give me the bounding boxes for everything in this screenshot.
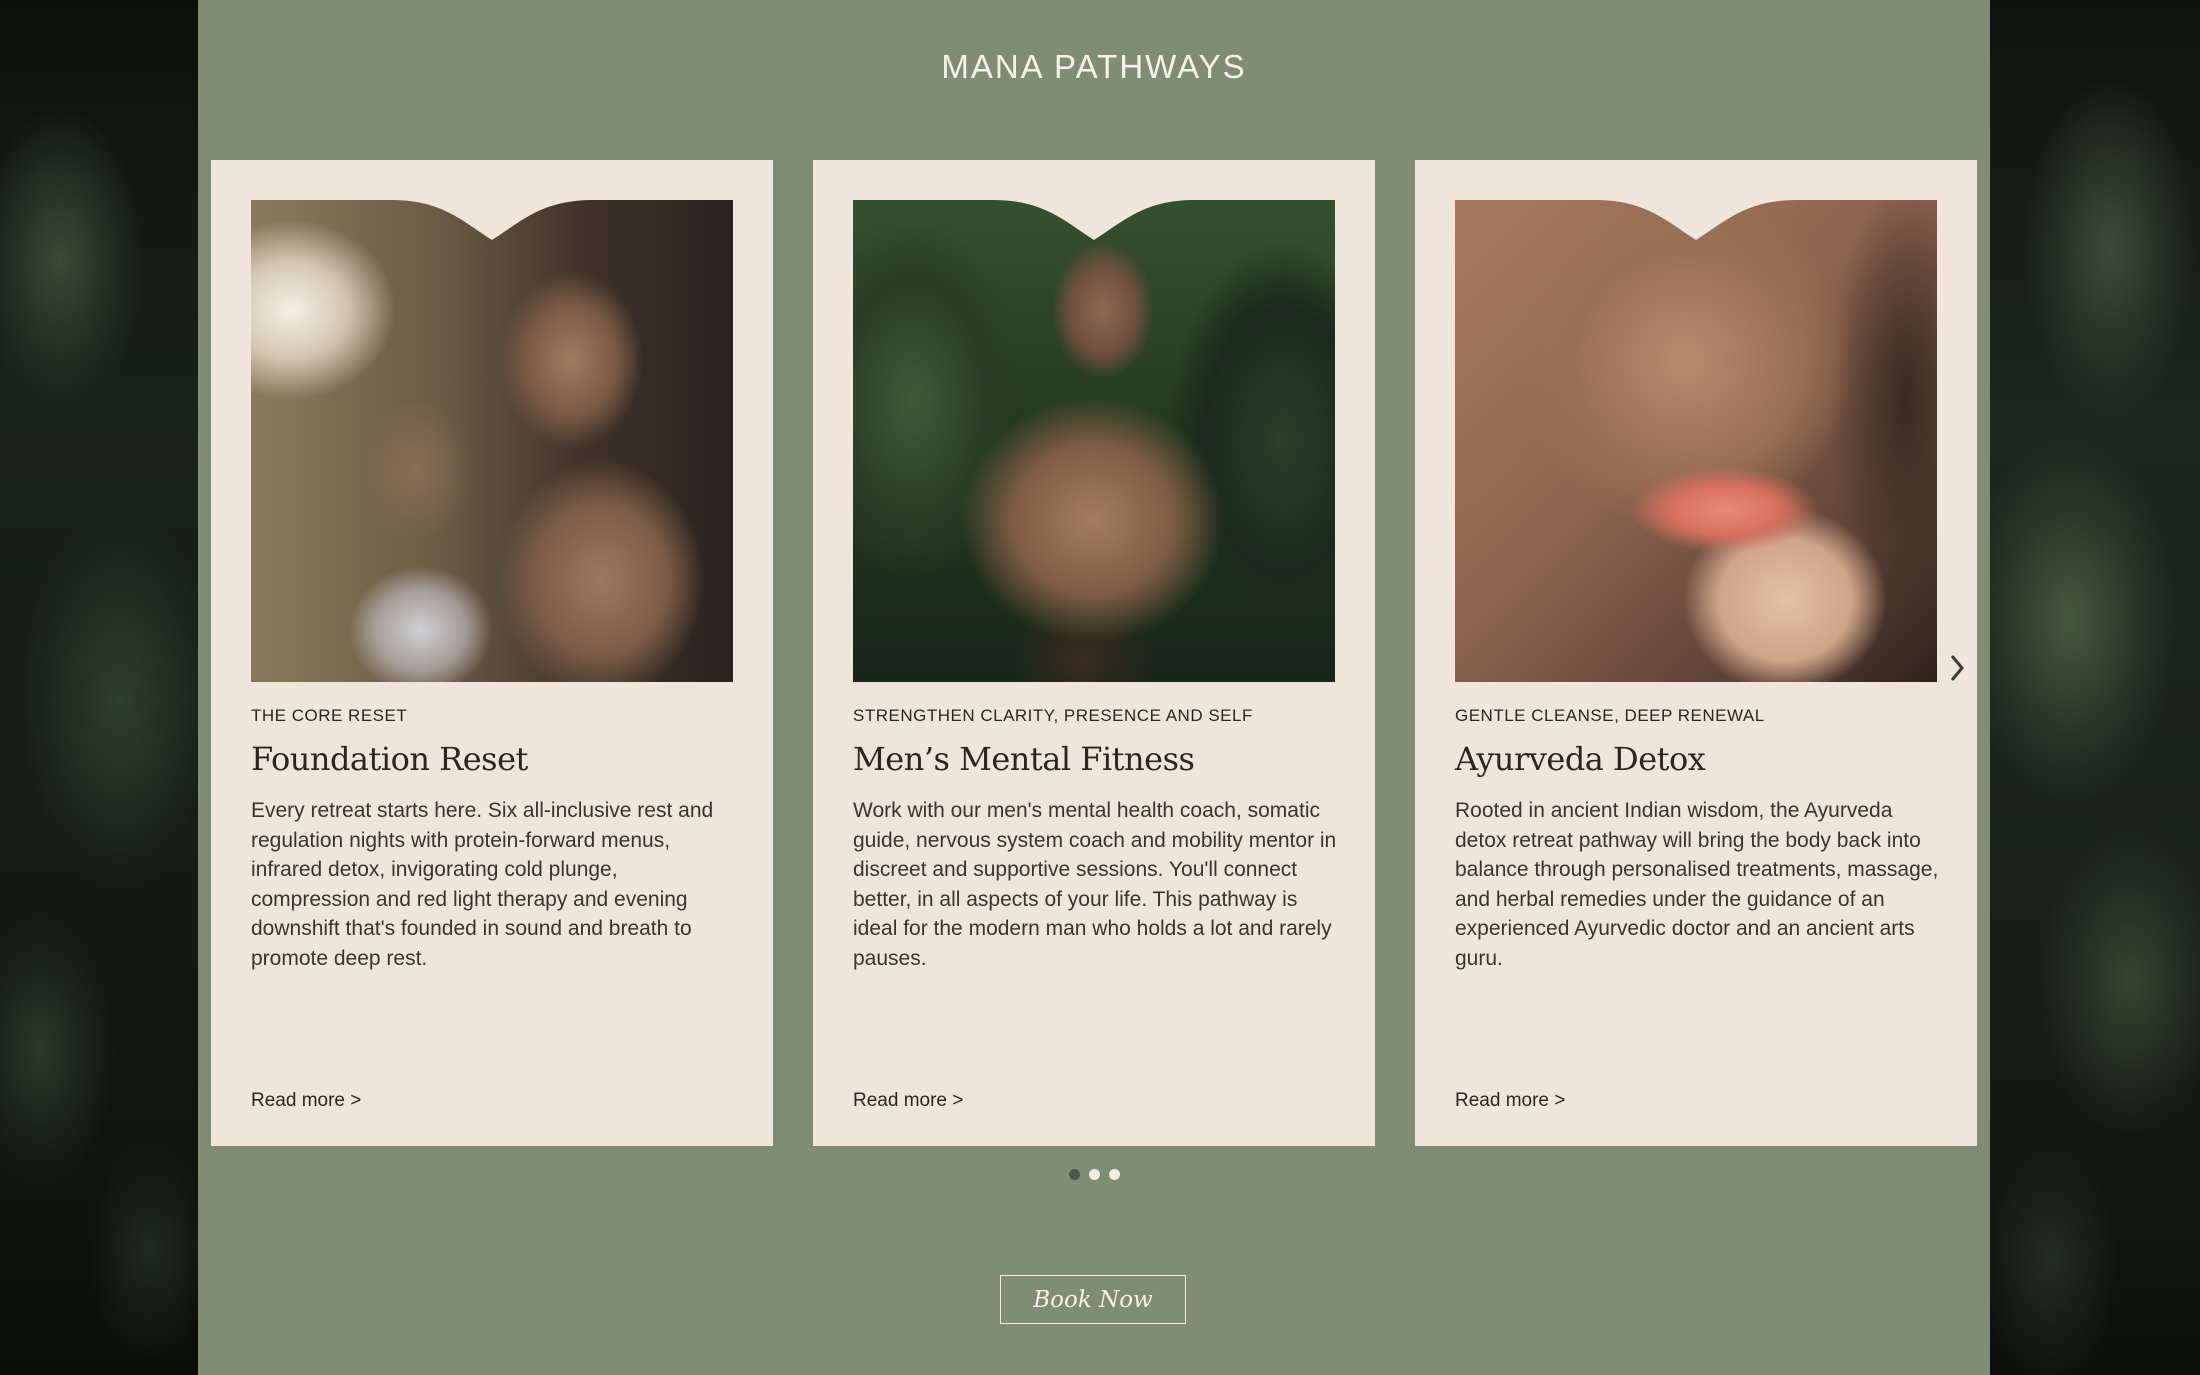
pagination-dot-3[interactable] <box>1108 1169 1120 1180</box>
pathways-section: MANA PATHWAYS THE CORE RESET Foundation … <box>198 0 1990 1375</box>
pagination-dot-1[interactable] <box>1068 1169 1080 1180</box>
card-eyebrow: THE CORE RESET <box>251 706 408 725</box>
carousel-pagination <box>198 1169 1990 1180</box>
read-more-link[interactable]: Read more > <box>853 1090 963 1112</box>
card-title: Foundation Reset <box>251 740 528 778</box>
arch-notch <box>1595 200 1797 240</box>
pathway-card: GENTLE CLEANSE, DEEP RENEWAL Ayurveda De… <box>1415 160 1977 1146</box>
read-more-link[interactable]: Read more > <box>1455 1090 1565 1112</box>
leaf-background-right <box>1990 0 2200 1375</box>
arch-notch <box>993 200 1195 240</box>
carousel-next-button[interactable] <box>1941 648 1971 688</box>
card-title: Men’s Mental Fitness <box>853 740 1195 778</box>
card-description: Rooted in ancient Indian wisdom, the Ayu… <box>1455 799 1939 970</box>
chevron-right-icon <box>1950 655 1964 681</box>
card-photo <box>1455 200 1937 682</box>
card-photo <box>251 200 733 682</box>
card-photo <box>853 200 1335 682</box>
pagination-dot-2[interactable] <box>1088 1169 1100 1180</box>
card-description: Every retreat starts here. Six all-inclu… <box>251 799 714 970</box>
card-title: Ayurveda Detox <box>1455 740 1706 778</box>
arch-notch <box>391 200 593 240</box>
card-description: Work with our men's mental health coach,… <box>853 799 1337 970</box>
card-eyebrow: STRENGTHEN CLARITY, PRESENCE AND SELF <box>853 706 1253 725</box>
card-eyebrow: GENTLE CLEANSE, DEEP RENEWAL <box>1455 706 1765 725</box>
section-title: MANA PATHWAYS <box>941 48 1247 85</box>
pathway-card: THE CORE RESET Foundation Reset Every re… <box>211 160 773 1146</box>
read-more-link[interactable]: Read more > <box>251 1090 361 1112</box>
book-now-button[interactable]: Book Now <box>1000 1275 1186 1324</box>
leaf-background-left <box>0 0 200 1375</box>
pathway-card: STRENGTHEN CLARITY, PRESENCE AND SELF Me… <box>813 160 1375 1146</box>
